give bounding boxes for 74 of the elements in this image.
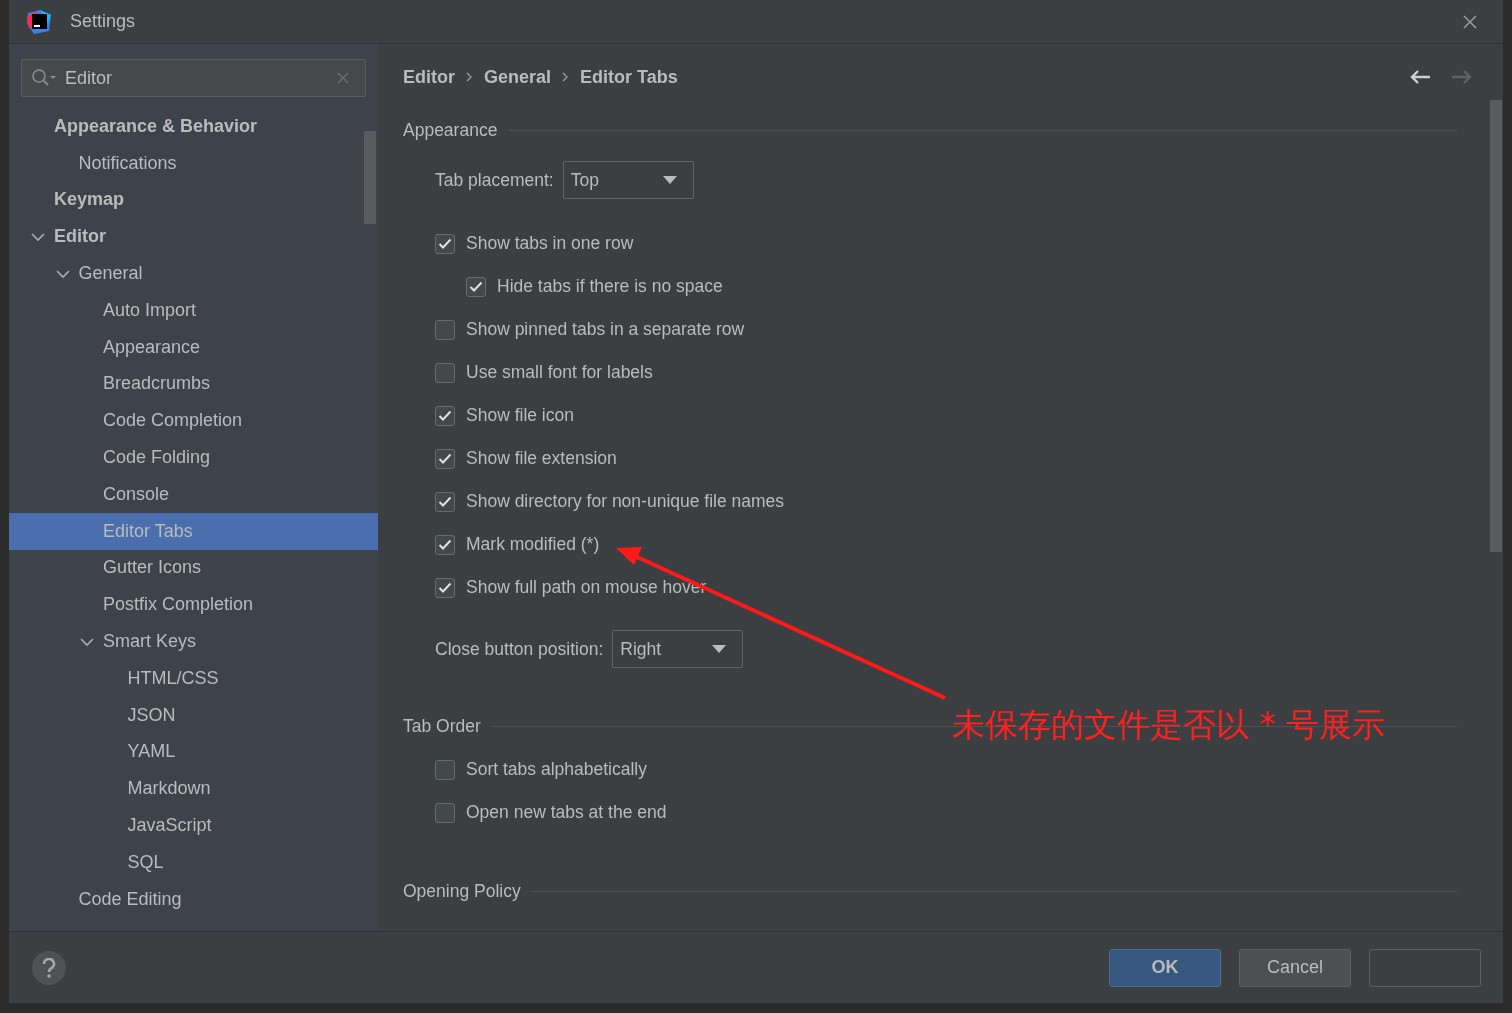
checkmark-icon [438,538,452,551]
tree-item[interactable]: Editor [9,218,378,256]
checkbox-label[interactable]: Sort tabs alphabetically [466,759,647,780]
search-input[interactable]: Editor [63,66,337,90]
tree-item[interactable]: Gutter Icons [9,549,378,587]
scrollbar[interactable] [364,131,376,224]
tree-item[interactable]: Keymap [9,181,378,219]
checkbox-label[interactable]: Hide tabs if there is no space [497,276,723,297]
checkbox[interactable] [435,319,455,340]
checkbox[interactable] [435,405,455,426]
checkbox[interactable] [435,577,455,598]
tree-item[interactable]: General [9,255,378,292]
checkmark-icon [438,452,452,465]
checkmark-icon [438,581,452,594]
back-arrow-icon[interactable] [1409,69,1431,85]
checkbox[interactable] [435,362,455,383]
tree-item[interactable]: Appearance & Behavior [9,108,378,145]
field-label: Tab placement: [435,169,554,191]
ok-button[interactable]: OK [1109,948,1221,987]
tree-item[interactable]: SQL [9,843,378,881]
checkbox[interactable] [435,802,455,823]
annotation-text: 未保存的文件是否以 * 号展示 [952,704,1386,746]
search-icon [31,68,57,88]
checkbox[interactable] [435,233,455,254]
checkbox-label[interactable]: Show file extension [466,448,617,469]
section-title: Opening Policy [403,880,521,902]
checkbox[interactable] [435,491,455,512]
checkbox[interactable] [435,534,455,555]
tree-item[interactable]: Postfix Completion [9,586,378,624]
breadcrumb-item[interactable]: Editor Tabs [580,66,678,88]
checkmark-icon [469,280,483,293]
close-icon[interactable] [1463,14,1477,29]
checkmark-icon [438,495,452,508]
scrollbar[interactable] [1490,100,1502,552]
tree-item[interactable]: Console [9,475,378,513]
checkmark-icon [438,237,452,250]
tree-item[interactable]: Breadcrumbs [9,365,378,403]
tree-item[interactable]: Code Folding [9,439,378,476]
checkbox-label[interactable]: Show directory for non-unique file names [466,491,785,512]
checkbox-label[interactable]: Show tabs in one row [466,233,634,254]
tree-item[interactable]: Markdown [9,770,378,808]
dropdown-arrow-icon [662,176,677,184]
checkbox-label[interactable]: Show file icon [466,405,574,426]
help-icon[interactable] [32,950,66,985]
tree-item[interactable]: Smart Keys [9,623,378,660]
app-icon [26,8,52,35]
section-title: Appearance [403,119,498,141]
tree-item[interactable]: YAML [9,733,378,771]
checkbox-label[interactable]: Show pinned tabs in a separate row [466,319,745,340]
checkmark-icon [438,409,452,422]
tree-item[interactable]: Notifications [9,144,378,182]
dropdown-arrow-icon [712,645,727,653]
field-label: Close button position: [435,638,604,660]
cancel-button[interactable]: Cancel [1239,948,1351,987]
window-title: Settings [70,11,136,32]
section-title: Tab Order [403,715,481,737]
tree-item[interactable]: Appearance [9,328,378,366]
breadcrumb-item[interactable]: Editor [403,66,455,88]
checkbox-label[interactable]: Open new tabs at the end [466,802,667,823]
tree-item[interactable]: HTML/CSS [9,659,378,697]
checkbox[interactable] [435,448,455,469]
breadcrumb-item[interactable]: General [484,66,552,88]
search-field[interactable]: Editor [21,59,366,97]
dropdown[interactable]: Top [562,161,694,199]
checkbox[interactable] [466,276,486,297]
checkbox[interactable] [435,759,455,780]
tree-item[interactable]: JavaScript [9,807,378,844]
checkbox-label[interactable]: Use small font for labels [466,362,653,383]
tree-item[interactable]: Code Completion [9,402,378,440]
tree-item[interactable]: Auto Import [9,292,378,329]
tree-item[interactable]: JSON [9,696,378,734]
checkbox-label[interactable]: Mark modified (*) [466,534,600,555]
dropdown[interactable]: Right [612,630,744,668]
tree-item[interactable]: Code Editing [9,880,378,918]
